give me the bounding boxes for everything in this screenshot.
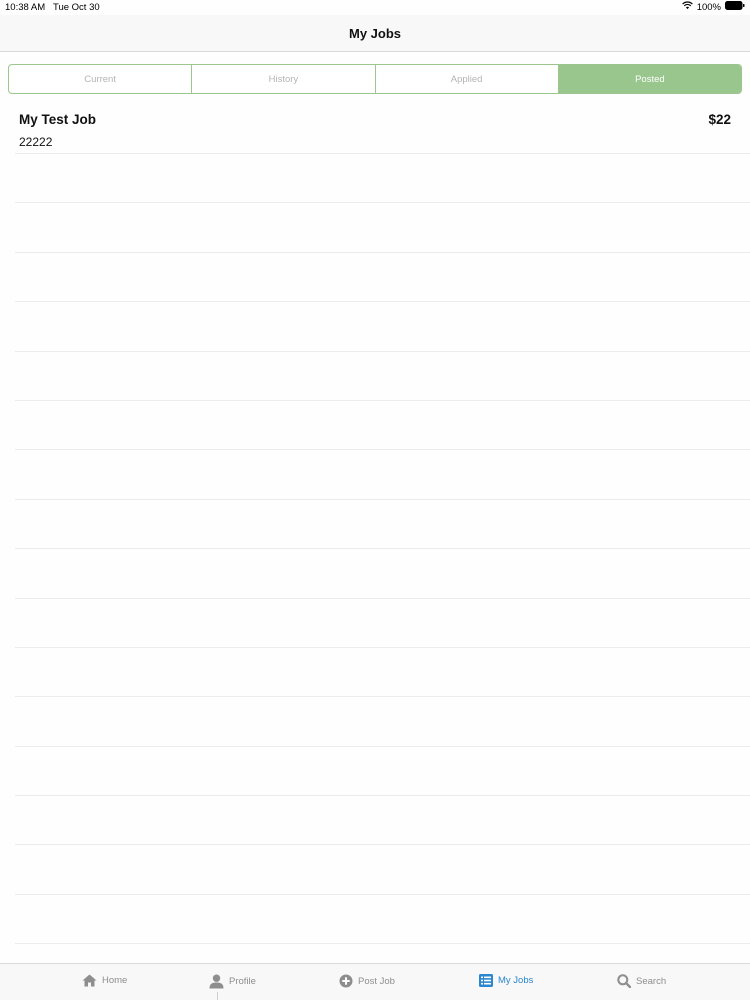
empty-row	[15, 697, 750, 747]
tab-divider	[217, 992, 218, 1000]
empty-row	[15, 203, 750, 253]
jobs-list: My Test Job 22222 $22	[15, 104, 750, 945]
tab-post-job[interactable]: Post Job	[339, 974, 395, 988]
empty-row	[15, 352, 750, 401]
list-icon	[479, 974, 493, 987]
empty-row	[15, 302, 750, 352]
tab-post-job-label: Post Job	[358, 975, 395, 987]
status-date: Tue Oct 30	[53, 2, 100, 13]
wifi-icon	[681, 1, 693, 13]
empty-row	[15, 253, 750, 303]
job-row[interactable]: My Test Job 22222 $22	[15, 104, 750, 154]
tab-profile[interactable]: Profile	[209, 974, 256, 989]
tab-home-label: Home	[102, 975, 128, 986]
empty-row	[15, 845, 750, 895]
status-bar: 10:38 AM Tue Oct 30 100%	[0, 0, 750, 15]
tab-search-label: Search	[636, 975, 667, 987]
tab-profile-label: Profile	[229, 976, 256, 987]
tab-search[interactable]: Search	[617, 974, 666, 988]
job-title: My Test Job	[19, 112, 97, 127]
empty-row	[15, 500, 750, 550]
empty-row	[15, 599, 750, 648]
empty-row	[15, 895, 750, 945]
status-right: 100%	[681, 1, 745, 13]
battery-percentage: 100%	[696, 1, 721, 13]
segment-history[interactable]: History	[192, 65, 376, 93]
segment-applied[interactable]: Applied	[376, 65, 559, 93]
segment-posted[interactable]: Posted	[558, 65, 741, 93]
segment-current[interactable]: Current	[9, 65, 193, 93]
page-title: My Jobs	[348, 26, 401, 41]
navigation-bar: My Jobs	[0, 15, 750, 52]
search-icon	[617, 974, 631, 988]
empty-row	[15, 154, 750, 204]
tab-home[interactable]: Home	[82, 974, 127, 987]
empty-row	[15, 796, 750, 846]
empty-row	[15, 401, 750, 451]
home-icon	[82, 974, 97, 987]
person-icon	[209, 974, 224, 989]
plus-circle-icon	[339, 974, 353, 988]
empty-row	[15, 450, 750, 500]
empty-row	[15, 549, 750, 599]
job-filter-segmented-control: Current History Applied Posted	[8, 64, 742, 94]
status-time: 10:38 AM	[5, 2, 46, 13]
my-jobs-screen: 10:38 AM Tue Oct 30 100% My Jobs Current…	[0, 0, 750, 1000]
battery-icon	[725, 1, 745, 13]
job-subtitle: 22222	[19, 135, 53, 149]
tab-my-jobs-label: My Jobs	[498, 975, 534, 986]
tab-my-jobs[interactable]: My Jobs	[479, 974, 533, 987]
empty-row	[15, 747, 750, 797]
job-price: $22	[708, 112, 731, 127]
empty-row	[15, 648, 750, 698]
tab-bar: Home Profile Post Job My Jobs Search	[0, 963, 750, 1000]
